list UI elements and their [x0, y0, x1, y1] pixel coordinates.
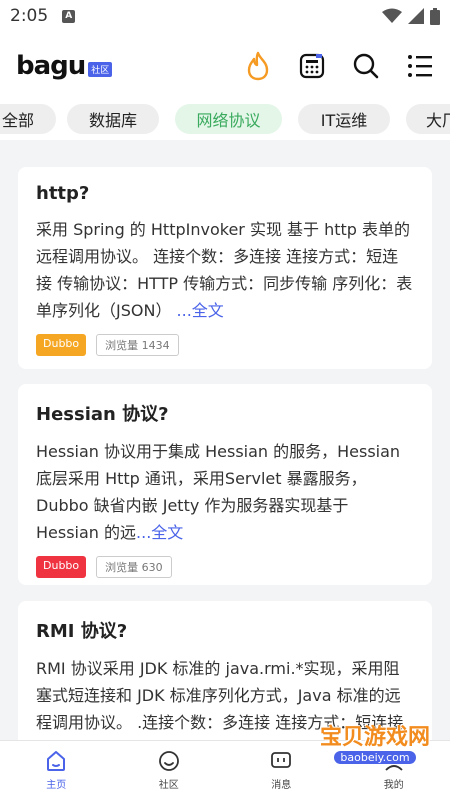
article-excerpt: RMI 协议采用 JDK 标准的 java.rmi.*实现，采用阻塞式短连接和 …: [36, 659, 404, 732]
status-bar: 2:05 A: [0, 0, 450, 32]
category-tag[interactable]: Dubbo: [36, 334, 87, 356]
article-card[interactable]: RMI 协议? RMI 协议采用 JDK 标准的 java.rmi.*实现，采用…: [18, 601, 432, 740]
tab-it-ops[interactable]: IT运维: [298, 104, 390, 134]
logo-text: bagu: [16, 51, 86, 81]
smile-icon: [158, 751, 179, 771]
article-feed: http? 采用 Spring 的 HttpInvoker 实现 基于 http…: [0, 140, 450, 740]
battery-icon: [430, 7, 440, 25]
article-title: http?: [36, 183, 90, 204]
category-tag[interactable]: Dubbo: [36, 556, 87, 578]
nav-label: 消息: [271, 780, 292, 791]
article-title: Hessian 协议?: [36, 404, 169, 425]
search-icon[interactable]: [352, 52, 380, 80]
calculator-icon[interactable]: [298, 52, 326, 80]
excerpt-text: 采用 Spring 的 HttpInvoker 实现 基于 http 表单的远程…: [36, 220, 413, 320]
nav-community[interactable]: 社区: [113, 741, 226, 800]
status-time: 2:05: [10, 6, 49, 26]
view-count: 浏览量 1434: [96, 334, 179, 356]
nav-label: 我的: [383, 780, 404, 791]
home-icon: [47, 751, 66, 771]
nav-home[interactable]: 主页: [0, 741, 113, 800]
tab-all[interactable]: 全部: [0, 104, 56, 134]
bottom-navigation: 主页 社区 消息 我的: [0, 740, 450, 800]
article-excerpt: 采用 Spring 的 HttpInvoker 实现 基于 http 表单的远程…: [36, 216, 414, 324]
logo-badge: 社区: [88, 61, 113, 77]
view-count: 浏览量 630: [96, 556, 172, 578]
notification-icon: A: [62, 9, 76, 23]
article-card[interactable]: http? 采用 Spring 的 HttpInvoker 实现 基于 http…: [18, 167, 432, 369]
status-icons: [382, 7, 440, 25]
nav-messages[interactable]: 消息: [225, 741, 338, 800]
tab-database[interactable]: 数据库: [67, 104, 159, 134]
app-header: bagu 社区: [0, 32, 450, 100]
article-card[interactable]: Hessian 协议? Hessian 协议用于集成 Hessian 的服务，H…: [18, 384, 432, 585]
article-excerpt: Hessian 协议用于集成 Hessian 的服务，Hessian 底层采用 …: [36, 438, 414, 546]
user-icon: [385, 752, 403, 771]
wifi-icon: [382, 8, 402, 23]
read-more-link[interactable]: ...全文: [136, 523, 183, 542]
nav-profile[interactable]: 我的: [338, 741, 450, 800]
fire-icon[interactable]: [244, 51, 272, 81]
excerpt-text: Hessian 协议用于集成 Hessian 的服务，Hessian 底层采用 …: [36, 442, 401, 542]
menu-icon[interactable]: [406, 52, 434, 80]
tab-network-protocol[interactable]: 网络协议: [175, 104, 282, 134]
message-icon: [271, 752, 292, 768]
article-title: RMI 协议?: [36, 621, 128, 642]
nav-label: 主页: [46, 780, 67, 791]
tab-big-company[interactable]: 大厂: [406, 104, 450, 134]
app-logo[interactable]: bagu 社区: [16, 51, 113, 81]
category-tabs: 全部 数据库 网络协议 IT运维 大厂: [0, 100, 450, 140]
signal-icon: [408, 8, 424, 24]
nav-label: 社区: [158, 780, 179, 791]
read-more-link[interactable]: ...全文: [177, 301, 224, 320]
